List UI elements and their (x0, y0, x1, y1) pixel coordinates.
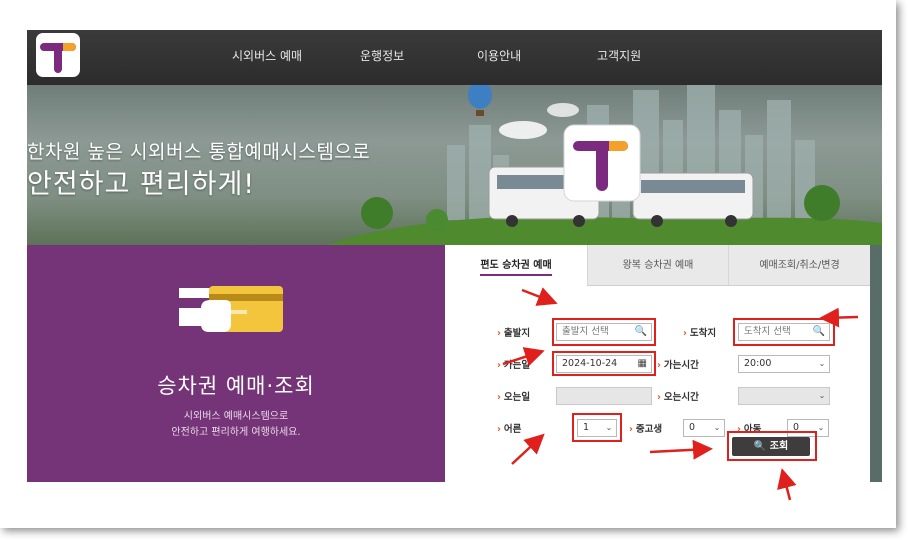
return-time-label: › 오는시간 (657, 392, 699, 403)
promo-subtitle-2: 안전하고 편리하게 여행하세요. (171, 427, 301, 438)
tab-reservation-lookup-label: 예매조회/취소/변경 (759, 260, 840, 271)
web-page: 시외버스 예매 운행정보 이용안내 고객지원 한차원 높은 시외버스 통합예매시… (27, 30, 882, 482)
annotation-box-search (727, 431, 817, 461)
adult-label: › 어른 (497, 424, 522, 435)
annotation-box-date (552, 351, 656, 376)
tab-one-way-label: 편도 승차권 예매 (480, 260, 552, 276)
tab-reservation-lookup[interactable]: 예매조회/취소/변경 (728, 245, 870, 286)
top-nav: 시외버스 예매 운행정보 이용안내 고객지원 (27, 30, 882, 85)
return-date-label: › 오는일 (497, 392, 531, 403)
credit-card-hand-icon (179, 286, 283, 332)
booking-panel: 편도 승차권 예매 왕복 승차권 예매 예매조회/취소/변경 › 출발지 출발지 … (445, 245, 870, 482)
nav-usage-guide[interactable]: 이용안내 (477, 47, 521, 64)
return-time-select[interactable]: ⌄ (738, 387, 830, 405)
nav-operation-info[interactable]: 운행정보 (360, 47, 404, 64)
return-date-field[interactable] (556, 387, 652, 405)
promo-title: 승차권 예매·조회 (157, 374, 315, 398)
hero-banner: 한차원 높은 시외버스 통합예매시스템으로 안전하고 편리하게! (27, 85, 882, 245)
teen-label: › 중고생 (629, 424, 663, 435)
promo-subtitle-1: 시외버스 예매시스템으로 (183, 411, 289, 422)
go-time-select[interactable]: 20:00 ⌄ (738, 355, 830, 373)
teen-count-select[interactable]: 0 ⌄ (683, 419, 725, 437)
hero-subheadline: 한차원 높은 시외버스 통합예매시스템으로 (27, 141, 371, 163)
annotation-box-adult (572, 413, 622, 442)
hero-headline: 안전하고 편리하게! (27, 169, 256, 200)
chevron-down-icon: ⌄ (713, 423, 721, 432)
departure-label: › 출발지 (497, 328, 531, 339)
chevron-down-icon: ⌄ (818, 359, 826, 368)
tab-one-way[interactable]: 편도 승차권 예매 (445, 245, 587, 286)
tab-round-trip-label: 왕복 승차권 예매 (622, 260, 694, 271)
t-money-logo[interactable] (36, 33, 80, 77)
booking-tabs: 편도 승차권 예매 왕복 승차권 예매 예매조회/취소/변경 (445, 245, 870, 286)
annotation-box-arrival (733, 318, 835, 346)
go-date-label: › 가는일 (497, 360, 531, 371)
annotation-box-departure (552, 318, 656, 346)
tab-round-trip[interactable]: 왕복 승차권 예매 (587, 245, 728, 286)
page-bottom (27, 482, 882, 494)
arrival-label: › 도착지 (683, 328, 717, 339)
chevron-down-icon: ⌄ (818, 391, 826, 400)
nav-intercity-booking[interactable]: 시외버스 예매 (232, 47, 302, 64)
nav-customer-support[interactable]: 고객지원 (597, 47, 641, 64)
go-time-label: › 가는시간 (657, 360, 699, 371)
